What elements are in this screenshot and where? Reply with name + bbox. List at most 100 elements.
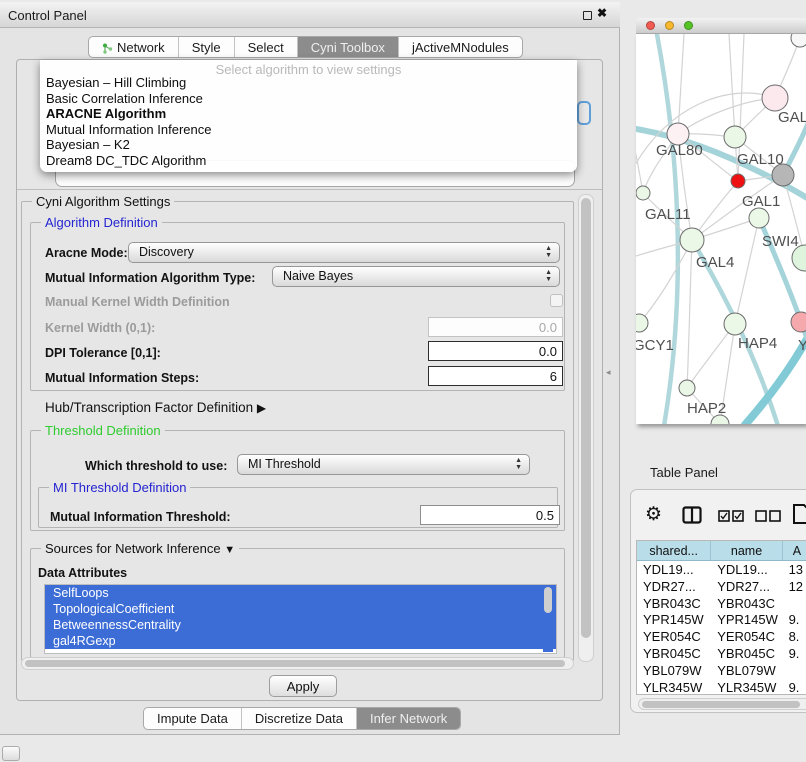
- node-swi4[interactable]: [749, 208, 769, 228]
- node-pink-right[interactable]: [791, 312, 806, 332]
- float-window-icon[interactable]: [583, 11, 592, 20]
- apply-button[interactable]: Apply: [269, 675, 337, 697]
- table-cell: 9.: [783, 611, 806, 628]
- table-cell: YLR345W: [711, 679, 782, 695]
- node-gal1-red[interactable]: [731, 174, 745, 188]
- node-gal-pink-label: GAL: [778, 109, 806, 126]
- table-cell: YBL079W: [711, 662, 782, 679]
- splitter-handle[interactable]: ◂: [606, 367, 611, 378]
- manual-kernel-width-checkbox[interactable]: [550, 294, 563, 307]
- node-gal11[interactable]: [636, 186, 650, 200]
- node-hap4[interactable]: [724, 313, 746, 335]
- sources-toggle[interactable]: Sources for Network Inference ▼: [41, 541, 239, 556]
- node-table[interactable]: shared... name A YDL19...YDL19...13YDR27…: [636, 540, 806, 695]
- zoom-traffic-light[interactable]: [684, 21, 693, 30]
- network-edge: [735, 218, 759, 324]
- table-cell: YDL19...: [711, 561, 782, 578]
- table-cell: YBL079W: [637, 662, 711, 679]
- mi-steps-label: Mutual Information Steps:: [45, 371, 199, 385]
- tab-select[interactable]: Select: [235, 37, 298, 57]
- list-vscrollbar[interactable]: [543, 586, 553, 652]
- table-cell: 8.: [783, 628, 806, 645]
- data-attributes-list[interactable]: SelfLoopsTopologicalCoefficientBetweenne…: [44, 584, 557, 654]
- dropdown-placeholder: Select algorithm to view settings: [40, 60, 577, 75]
- node-gcy1[interactable]: [636, 314, 648, 332]
- dropdown-item[interactable]: Mutual Information Inference: [40, 122, 577, 138]
- node-gal4-label: GAL4: [696, 254, 734, 271]
- table-hscrollbar[interactable]: [638, 698, 806, 710]
- mi-threshold-field[interactable]: 0.5: [420, 505, 560, 525]
- attribute-item[interactable]: TopologicalCoefficient: [45, 601, 556, 617]
- network-window-titlebar[interactable]: [636, 18, 806, 34]
- column-name[interactable]: name: [711, 541, 782, 560]
- settings-hscrollbar[interactable]: [21, 657, 574, 670]
- table-row[interactable]: YLR345WYLR345W9.: [637, 679, 806, 695]
- network-edge: [678, 34, 684, 134]
- column-partial[interactable]: A: [783, 541, 806, 560]
- table-cell: YBR043C: [637, 595, 711, 612]
- node-gal4[interactable]: [680, 228, 704, 252]
- network-canvas[interactable]: GALGAL80GAL10GAL1SWI4GAL11GAL4GCY1HAP4YH…: [636, 34, 806, 424]
- table-row[interactable]: YBL079WYBL079W: [637, 662, 806, 679]
- checked-pair-icon[interactable]: [718, 509, 744, 527]
- document-icon[interactable]: [792, 503, 806, 530]
- node-gal10[interactable]: [724, 126, 746, 148]
- node-gray[interactable]: [772, 164, 794, 186]
- attribute-item[interactable]: gal4RGexp: [45, 633, 556, 649]
- table-row[interactable]: YDL19...YDL19...13: [637, 561, 806, 578]
- kernel-width-field[interactable]: 0.0: [428, 317, 563, 337]
- hub-definition-toggle[interactable]: Hub/Transcription Factor Definition ▶: [45, 400, 266, 415]
- table-cell: YDR27...: [637, 578, 711, 595]
- minimize-traffic-light[interactable]: [665, 21, 674, 30]
- table-row[interactable]: YER054CYER054C8.: [637, 628, 806, 645]
- unchecked-pair-icon[interactable]: [755, 509, 781, 527]
- column-shared[interactable]: shared...: [637, 541, 711, 560]
- dropdown-item[interactable]: Dream8 DC_TDC Algorithm: [40, 153, 577, 169]
- mi-steps-field[interactable]: 6: [428, 366, 563, 386]
- tab-jactivemnodules[interactable]: jActiveMNodules: [399, 37, 522, 57]
- tab-style[interactable]: Style: [179, 37, 235, 57]
- node-gal-pink[interactable]: [762, 85, 788, 111]
- which-threshold-combo[interactable]: MI Threshold▲▼: [237, 454, 530, 475]
- network-edge: [656, 34, 678, 424]
- node-partial-top[interactable]: [791, 34, 806, 47]
- network-edge: [636, 126, 643, 193]
- table-cell: YDL19...: [637, 561, 711, 578]
- mi-threshold-label: Mutual Information Threshold:: [50, 510, 231, 524]
- tab-infer-network[interactable]: Infer Network: [357, 708, 460, 729]
- table-cell: YBR045C: [637, 645, 711, 662]
- columns-icon[interactable]: [682, 506, 702, 529]
- table-cell: YBR043C: [711, 595, 782, 612]
- tab-discretize-data[interactable]: Discretize Data: [242, 708, 357, 729]
- dropdown-item[interactable]: ARACNE Algorithm: [40, 106, 577, 122]
- table-cell: YPR145W: [637, 611, 711, 628]
- node-hap2[interactable]: [679, 380, 695, 396]
- collapsed-panel-button[interactable]: [2, 746, 20, 761]
- attribute-item[interactable]: BetweennessCentrality: [45, 617, 556, 633]
- tab-impute-data[interactable]: Impute Data: [144, 708, 242, 729]
- table-row[interactable]: YDR27...YDR27...12: [637, 578, 806, 595]
- control-panel-titlebar[interactable]: [0, 2, 620, 28]
- gear-icon[interactable]: ⚙: [645, 503, 662, 526]
- tab-cyni-toolbox[interactable]: Cyni Toolbox: [298, 37, 399, 57]
- settings-vscrollbar[interactable]: [578, 194, 594, 662]
- dpi-tolerance-field[interactable]: 0.0: [428, 341, 563, 361]
- attribute-item[interactable]: SelfLoops: [45, 585, 556, 601]
- table-row[interactable]: YPR145WYPR145W9.: [637, 611, 806, 628]
- aracne-mode-combo[interactable]: Discovery▲▼: [128, 242, 560, 263]
- table-cell: 9.: [783, 645, 806, 662]
- table-row[interactable]: YBR045CYBR045C9.: [637, 645, 806, 662]
- network-tree-icon: [102, 42, 113, 57]
- close-traffic-light[interactable]: [646, 21, 655, 30]
- mi-algorithm-type-combo[interactable]: Naive Bayes▲▼: [272, 266, 560, 287]
- algorithm-dropdown-list: Bayesian – Hill ClimbingBasic Correlatio…: [40, 75, 577, 168]
- data-attributes-label: Data Attributes: [38, 566, 127, 580]
- dropdown-item[interactable]: Basic Correlation Inference: [40, 91, 577, 107]
- which-threshold-label: Which threshold to use:: [85, 459, 227, 473]
- tab-network[interactable]: Network: [89, 37, 179, 57]
- node-pink-right-label: Y: [798, 337, 806, 354]
- close-icon[interactable]: ✖: [597, 6, 607, 20]
- table-row[interactable]: YBR043CYBR043C: [637, 595, 806, 612]
- dropdown-item[interactable]: Bayesian – Hill Climbing: [40, 75, 577, 91]
- dropdown-item[interactable]: Bayesian – K2: [40, 137, 577, 153]
